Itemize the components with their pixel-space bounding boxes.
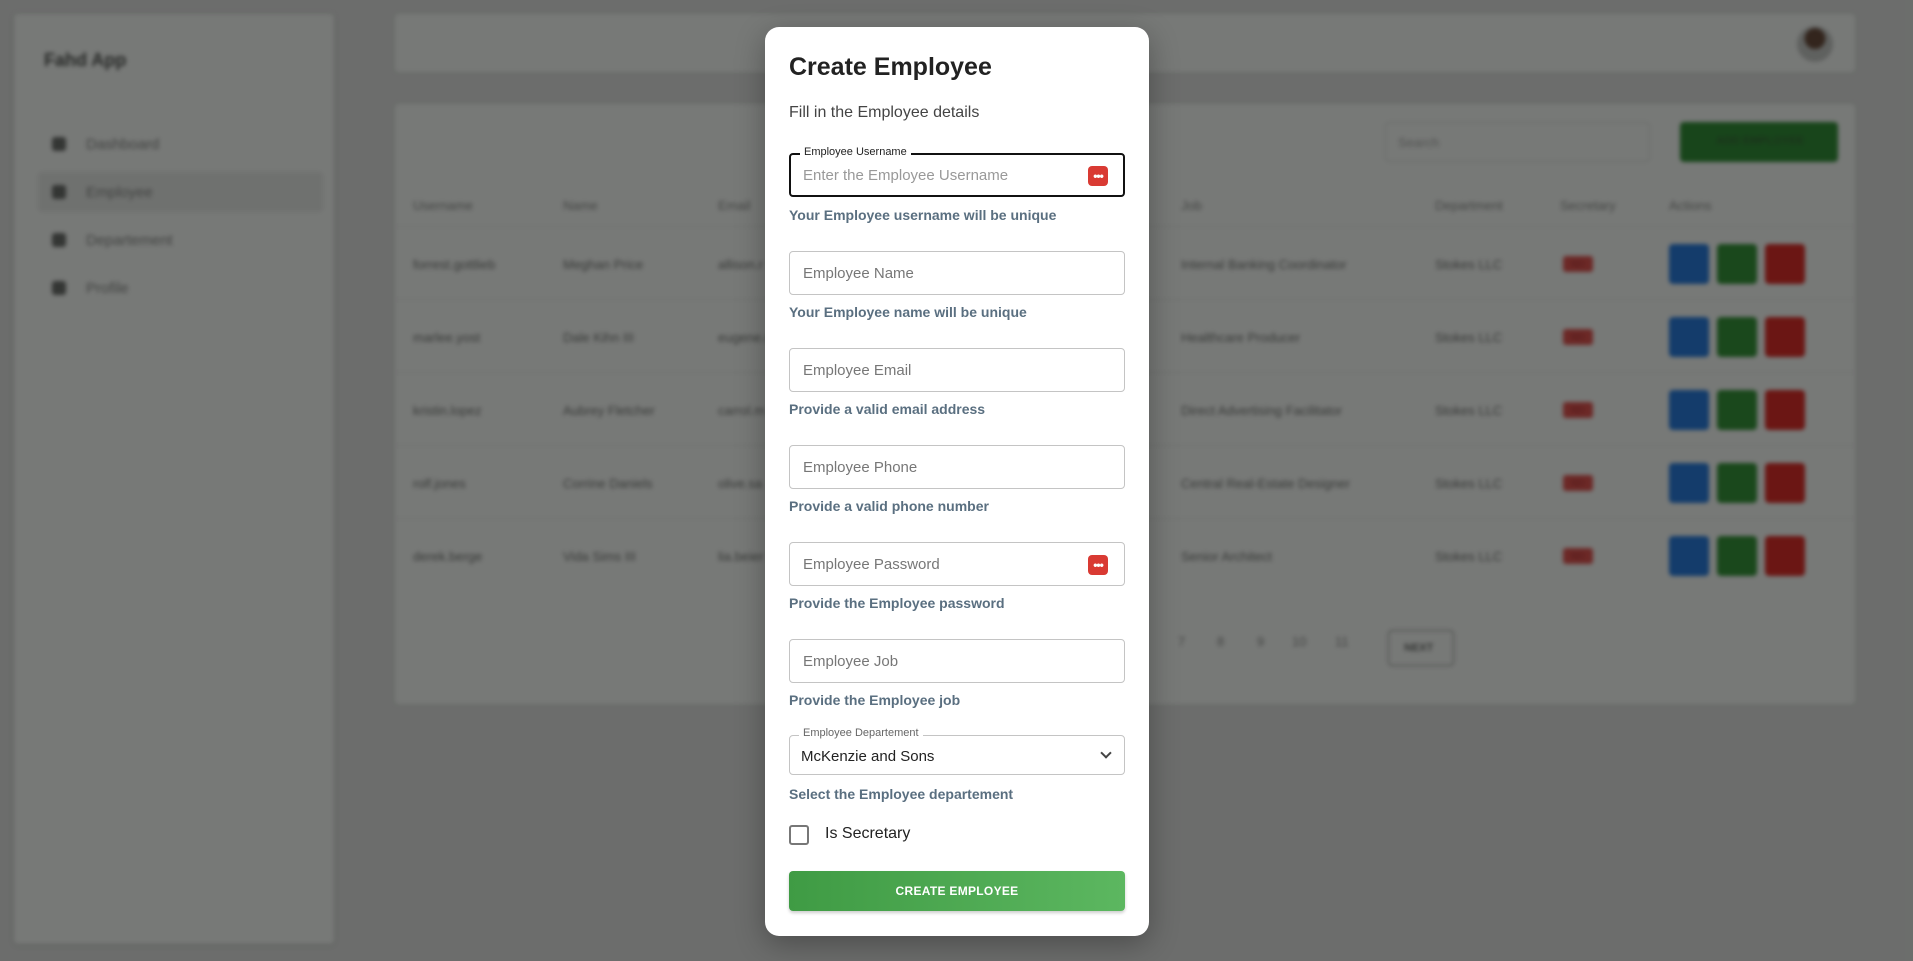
department-helper-text: Select the Employee departement bbox=[789, 786, 1014, 802]
employee-name-input[interactable] bbox=[803, 252, 1063, 294]
employee-username-field[interactable]: Employee Username ••• bbox=[789, 146, 1125, 197]
employee-username-input[interactable] bbox=[803, 155, 1063, 195]
employee-job-input[interactable] bbox=[803, 640, 1063, 682]
email-helper-text: Provide a valid email address bbox=[789, 401, 986, 417]
chevron-down-icon bbox=[1100, 747, 1112, 759]
create-employee-modal: Create Employee Fill in the Employee det… bbox=[765, 27, 1149, 936]
username-helper-text: Your Employee username will be unique bbox=[789, 207, 1057, 223]
job-helper-text: Provide the Employee job bbox=[789, 692, 961, 708]
employee-job-field[interactable] bbox=[789, 639, 1125, 683]
is-secretary-label[interactable]: Is Secretary bbox=[825, 825, 910, 843]
employee-department-label: Employee Departement bbox=[799, 727, 923, 739]
employee-phone-field[interactable] bbox=[789, 445, 1125, 489]
password-helper-text: Provide the Employee password bbox=[789, 595, 1005, 611]
employee-email-field[interactable] bbox=[789, 348, 1125, 392]
name-helper-text: Your Employee name will be unique bbox=[789, 304, 1027, 320]
phone-helper-text: Provide a valid phone number bbox=[789, 498, 989, 514]
employee-department-value: McKenzie and Sons bbox=[801, 748, 935, 765]
employee-password-input[interactable] bbox=[803, 543, 1063, 585]
employee-password-field[interactable]: ••• bbox=[789, 542, 1125, 586]
modal-title: Create Employee bbox=[789, 53, 992, 81]
employee-department-select[interactable]: Employee Departement McKenzie and Sons bbox=[789, 727, 1125, 775]
employee-email-input[interactable] bbox=[803, 349, 1063, 391]
employee-phone-input[interactable] bbox=[803, 446, 1063, 488]
password-manager-icon[interactable]: ••• bbox=[1088, 166, 1108, 186]
is-secretary-checkbox[interactable] bbox=[789, 825, 809, 845]
modal-subtitle: Fill in the Employee details bbox=[789, 104, 980, 121]
password-manager-icon[interactable]: ••• bbox=[1088, 555, 1108, 575]
employee-name-field[interactable] bbox=[789, 251, 1125, 295]
create-employee-button[interactable]: CREATE EMPLOYEE bbox=[789, 871, 1125, 911]
